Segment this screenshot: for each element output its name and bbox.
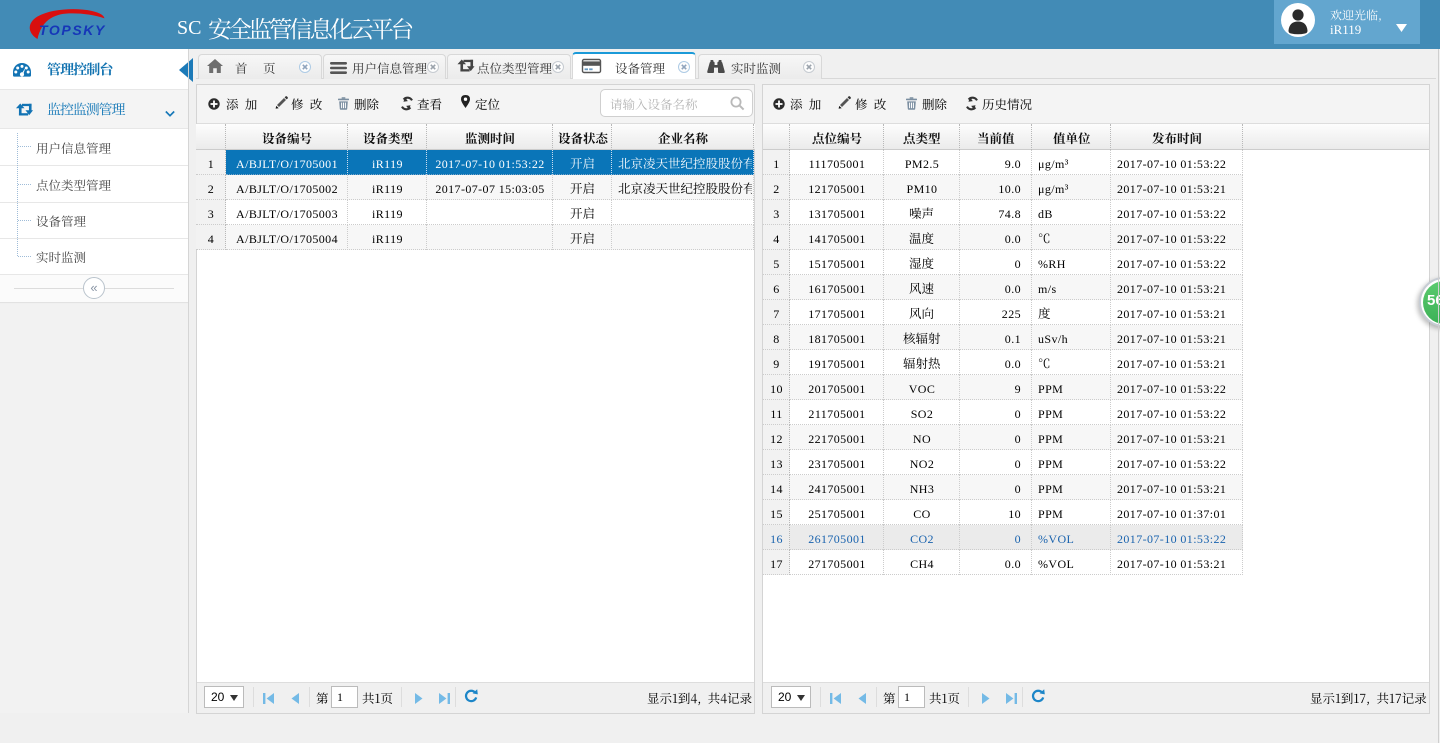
svg-text:TOPSKY: TOPSKY <box>39 22 106 38</box>
